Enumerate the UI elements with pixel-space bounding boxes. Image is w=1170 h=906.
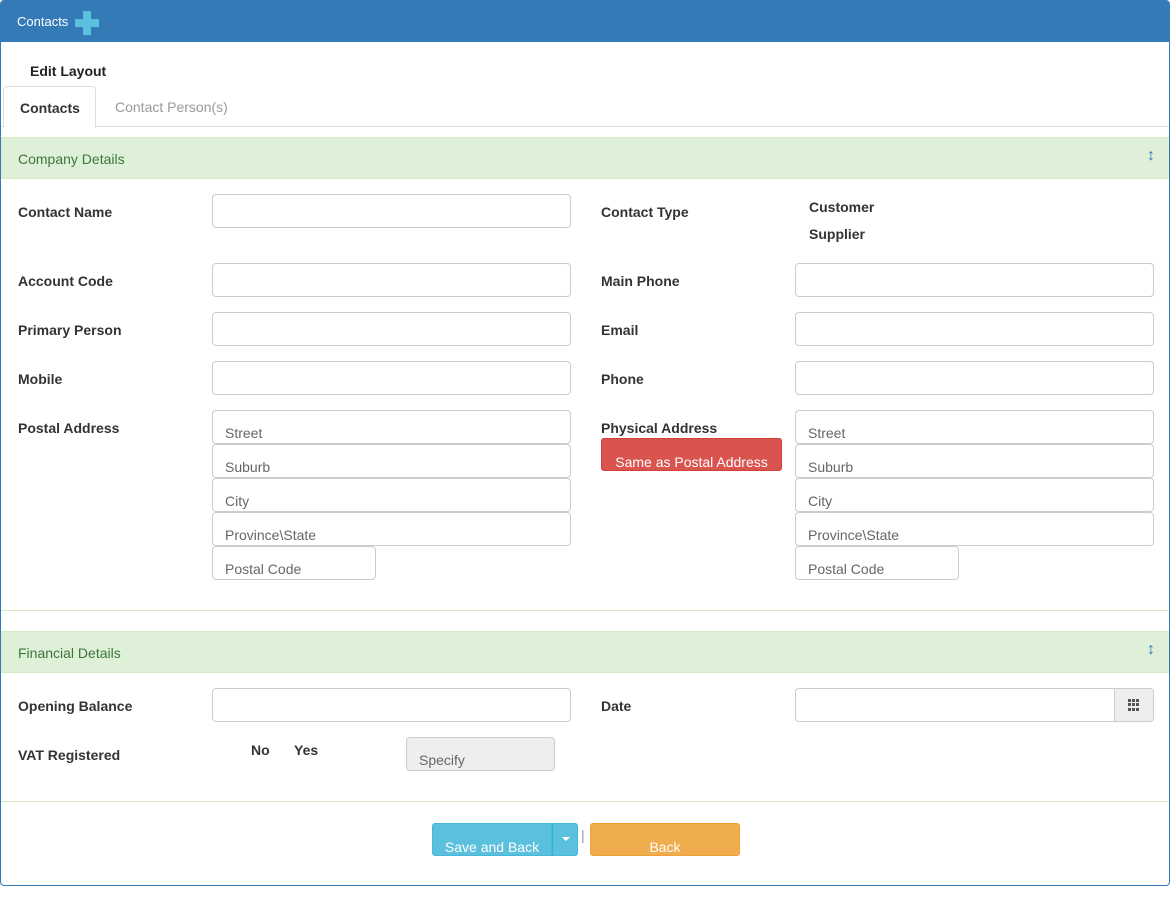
contacts-panel: Contacts Edit Layout Contacts Contact Pe… xyxy=(0,0,1170,886)
primary-person-label: Primary Person xyxy=(18,322,122,338)
save-and-back-button[interactable]: Save and Back xyxy=(432,823,552,856)
postal-code-placeholder: Postal Code xyxy=(225,561,302,577)
physical-city-input[interactable]: City xyxy=(795,478,1154,512)
edit-layout-link[interactable]: Edit Layout xyxy=(30,63,106,79)
account-code-input[interactable] xyxy=(212,263,571,297)
save-options-dropdown-button[interactable] xyxy=(552,823,578,856)
postal-province-placeholder: Province\State xyxy=(225,527,317,543)
main-phone-input[interactable] xyxy=(795,263,1154,297)
grid-calendar-icon xyxy=(1128,699,1140,711)
calendar-button[interactable] xyxy=(1114,689,1153,721)
contact-name-input[interactable] xyxy=(212,194,571,228)
tab-bar: Contacts Contact Person(s) xyxy=(1,86,1169,128)
company-section-bottom-border xyxy=(1,610,1169,611)
primary-person-input[interactable] xyxy=(212,312,571,346)
collapse-toggle-icon[interactable]: ↕ xyxy=(1147,147,1155,165)
financial-details-header[interactable]: Financial Details ↕ xyxy=(1,631,1169,673)
company-details-header[interactable]: Company Details ↕ xyxy=(1,137,1169,179)
physical-postal-code-input[interactable]: Postal Code xyxy=(795,546,959,580)
vat-specify-input[interactable]: Specify xyxy=(406,737,555,771)
vat-yes-option[interactable]: Yes xyxy=(294,742,318,758)
main-phone-label: Main Phone xyxy=(601,273,680,289)
date-input[interactable] xyxy=(795,688,1154,722)
postal-street-input[interactable]: Street xyxy=(212,410,571,444)
tab-contact-persons[interactable]: Contact Person(s) xyxy=(99,86,244,127)
postal-province-input[interactable]: Province\State xyxy=(212,512,571,546)
physical-city-placeholder: City xyxy=(808,493,833,509)
email-label: Email xyxy=(601,322,639,338)
postal-suburb-input[interactable]: Suburb xyxy=(212,444,571,478)
physical-suburb-placeholder: Suburb xyxy=(808,459,854,475)
financial-section-bottom-border xyxy=(1,801,1169,802)
postal-street-placeholder: Street xyxy=(225,425,263,441)
physical-province-input[interactable]: Province\State xyxy=(795,512,1154,546)
physical-postal-code-placeholder: Postal Code xyxy=(808,561,885,577)
plus-icon[interactable] xyxy=(75,11,99,35)
physical-street-input[interactable]: Street xyxy=(795,410,1154,444)
panel-header: Contacts xyxy=(1,1,1169,42)
postal-city-placeholder: City xyxy=(225,493,250,509)
postal-suburb-placeholder: Suburb xyxy=(225,459,271,475)
contact-type-label: Contact Type xyxy=(601,204,689,220)
company-details-title: Company Details xyxy=(18,151,125,167)
phone-input[interactable] xyxy=(795,361,1154,395)
button-separator: | xyxy=(581,827,585,843)
postal-code-input[interactable]: Postal Code xyxy=(212,546,376,580)
mobile-input[interactable] xyxy=(212,361,571,395)
collapse-toggle-icon[interactable]: ↕ xyxy=(1147,641,1155,659)
opening-balance-input[interactable] xyxy=(212,688,571,722)
panel-title: Contacts xyxy=(17,14,69,29)
postal-address-label: Postal Address xyxy=(18,420,120,436)
email-input[interactable] xyxy=(795,312,1154,346)
physical-street-placeholder: Street xyxy=(808,425,846,441)
vat-no-option[interactable]: No xyxy=(251,742,270,758)
date-label: Date xyxy=(601,698,632,714)
account-code-label: Account Code xyxy=(18,273,113,289)
vat-registered-label: VAT Registered xyxy=(18,747,121,763)
physical-province-placeholder: Province\State xyxy=(808,527,900,543)
physical-suburb-input[interactable]: Suburb xyxy=(795,444,1154,478)
contact-name-label: Contact Name xyxy=(18,204,113,220)
same-as-postal-button[interactable]: Same as Postal Address xyxy=(601,438,782,471)
contact-type-customer[interactable]: Customer xyxy=(809,199,874,215)
mobile-label: Mobile xyxy=(18,371,63,387)
vat-specify-placeholder: Specify xyxy=(419,752,465,768)
financial-details-title: Financial Details xyxy=(18,645,121,661)
physical-address-label: Physical Address xyxy=(601,420,718,436)
tab-contacts[interactable]: Contacts xyxy=(3,86,96,128)
phone-label: Phone xyxy=(601,371,644,387)
opening-balance-label: Opening Balance xyxy=(18,698,133,714)
back-button[interactable]: Back xyxy=(590,823,740,856)
postal-city-input[interactable]: City xyxy=(212,478,571,512)
contact-type-supplier[interactable]: Supplier xyxy=(809,226,865,242)
